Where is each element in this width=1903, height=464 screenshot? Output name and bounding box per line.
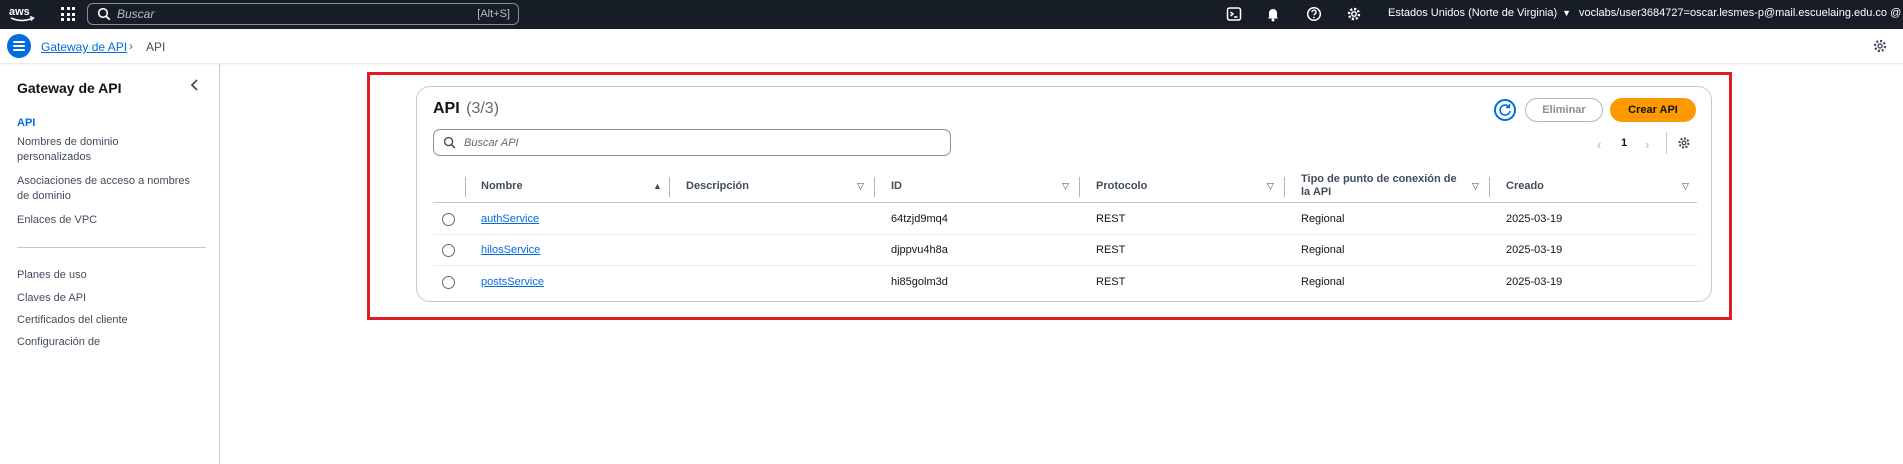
- api-endpoint-type: Regional: [1301, 213, 1345, 225]
- api-id: djppvu4h8a: [891, 244, 948, 256]
- svg-text:aws: aws: [9, 6, 30, 18]
- sort-ascending-icon: ▲: [653, 181, 662, 191]
- sort-icon: ▽: [857, 181, 864, 191]
- column-header-id-label: ID: [891, 179, 902, 192]
- caret-down-icon: ▼: [1562, 8, 1572, 18]
- api-protocol: REST: [1096, 244, 1126, 256]
- table-row[interactable]: hilosService djppvu4h8a REST Regional 20…: [433, 235, 1697, 266]
- search-shortcut-hint: [Alt+S]: [477, 8, 510, 20]
- sidebar-item-api-keys[interactable]: Claves de API: [17, 291, 197, 306]
- refresh-button[interactable]: [1494, 99, 1516, 121]
- aws-logo-icon[interactable]: aws: [8, 3, 36, 25]
- panel-title: API (3/3): [433, 100, 499, 118]
- api-created-date: 2025-03-19: [1506, 213, 1563, 225]
- api-id: 64tzjd9mq4: [891, 213, 948, 225]
- api-created-date: 2025-03-19: [1506, 276, 1563, 288]
- pagination-next-icon[interactable]: ›: [1645, 137, 1649, 152]
- column-header-name[interactable]: Nombre ▲: [481, 169, 669, 203]
- column-header-endpoint-type-label: Tipo de punto de conexión de la API: [1301, 173, 1457, 198]
- side-menu-toggle-button[interactable]: [7, 34, 31, 58]
- panel-title-text: API: [433, 100, 460, 117]
- column-header-id[interactable]: ID ▽: [891, 169, 1079, 203]
- region-selector[interactable]: Estados Unidos (Norte de Virginia) ▼: [1388, 7, 1571, 19]
- top-navigation-bar: aws [Alt+S] Estados Unidos (Norte de Vir…: [0, 0, 1903, 29]
- sidebar-item-domain-access[interactable]: Asociaciones de acceso a nombres de domi…: [17, 174, 197, 204]
- search-icon: [443, 136, 456, 149]
- api-endpoint-type: Regional: [1301, 276, 1345, 288]
- delete-button[interactable]: Eliminar: [1525, 98, 1603, 122]
- table-row[interactable]: postsService hi85golm3d REST Regional 20…: [433, 267, 1697, 298]
- create-api-button[interactable]: Crear API: [1610, 98, 1696, 122]
- api-id: hi85golm3d: [891, 276, 948, 288]
- column-separator: [669, 177, 670, 197]
- sort-icon: ▽: [1267, 181, 1274, 191]
- column-header-created-label: Creado: [1506, 179, 1544, 192]
- sidebar-item-settings[interactable]: Configuración de: [17, 335, 197, 350]
- sort-icon: ▽: [1472, 181, 1479, 191]
- sidebar-item-custom-domains[interactable]: Nombres de dominio personalizados: [17, 135, 142, 165]
- sort-icon: ▽: [1062, 181, 1069, 191]
- settings-gear-icon[interactable]: [1346, 6, 1362, 22]
- global-search-input[interactable]: [117, 7, 478, 21]
- panel-count: (3/3): [466, 100, 500, 117]
- chevron-right-icon: ›: [129, 39, 133, 53]
- column-separator: [1284, 177, 1285, 197]
- side-navigation: Gateway de API API Nombres de dominio pe…: [0, 64, 220, 464]
- column-header-created[interactable]: Creado ▽: [1506, 169, 1697, 203]
- services-grid-icon[interactable]: [61, 7, 75, 21]
- api-name-link[interactable]: hilosService: [481, 244, 540, 256]
- column-header-description-label: Descripción: [686, 179, 749, 192]
- cloudshell-icon[interactable]: [1226, 6, 1242, 22]
- row-select-radio[interactable]: [442, 244, 455, 257]
- sidebar-item-client-certificates[interactable]: Certificados del cliente: [17, 313, 197, 328]
- column-header-endpoint-type[interactable]: Tipo de punto de conexión de la API ▽: [1301, 169, 1489, 203]
- api-created-date: 2025-03-19: [1506, 244, 1563, 256]
- sidebar-item-vpc-links[interactable]: Enlaces de VPC: [17, 213, 197, 228]
- account-menu[interactable]: voclabs/user3684727=oscar.lesmes-p@mail.…: [1579, 7, 1903, 19]
- pagination-previous-icon[interactable]: ‹: [1597, 137, 1601, 152]
- row-select-radio[interactable]: [442, 276, 455, 289]
- column-header-name-label: Nombre: [481, 179, 523, 192]
- table-preferences-gear-icon[interactable]: [1677, 136, 1691, 150]
- api-endpoint-type: Regional: [1301, 244, 1345, 256]
- column-separator: [1489, 177, 1490, 197]
- region-label: Estados Unidos (Norte de Virginia): [1388, 7, 1558, 19]
- table-row[interactable]: authService 64tzjd9mq4 REST Regional 202…: [433, 204, 1697, 235]
- column-header-protocol-label: Protocolo: [1096, 179, 1148, 192]
- global-search-field[interactable]: [Alt+S]: [87, 3, 519, 25]
- column-header-protocol[interactable]: Protocolo ▽: [1096, 169, 1284, 203]
- notifications-bell-icon[interactable]: [1265, 6, 1281, 22]
- search-icon: [97, 7, 111, 21]
- column-header-description[interactable]: Descripción ▽: [686, 169, 874, 203]
- table-header: Nombre ▲ Descripción ▽ ID ▽ Protocolo ▽ …: [433, 169, 1697, 203]
- refresh-icon: [1499, 103, 1511, 116]
- account-label: voclabs/user3684727=oscar.lesmes-p@mail.…: [1579, 7, 1903, 19]
- help-icon[interactable]: [1306, 6, 1322, 22]
- api-protocol: REST: [1096, 276, 1126, 288]
- breadcrumb-bar: Gateway de API › API: [0, 29, 1903, 64]
- sidebar-item-api[interactable]: API: [17, 116, 197, 131]
- api-search-field[interactable]: [433, 129, 951, 156]
- column-separator: [874, 177, 875, 197]
- help-panel-icon[interactable]: [1872, 38, 1888, 54]
- api-protocol: REST: [1096, 213, 1126, 225]
- breadcrumb-gateway-link[interactable]: Gateway de API: [41, 40, 127, 54]
- sidebar-divider: [17, 247, 206, 248]
- api-name-link[interactable]: authService: [481, 213, 539, 225]
- api-table-container: API (3/3) Eliminar Crear API ‹ 1 › Nombr…: [416, 86, 1712, 302]
- pagination-page-number[interactable]: 1: [1621, 137, 1627, 149]
- side-navigation-title: Gateway de API: [17, 80, 122, 96]
- pagination-divider: [1666, 132, 1667, 154]
- row-select-radio[interactable]: [442, 213, 455, 226]
- api-name-link[interactable]: postsService: [481, 276, 544, 288]
- column-separator: [465, 177, 466, 197]
- sidebar-item-usage-plans[interactable]: Planes de uso: [17, 268, 197, 283]
- api-search-input[interactable]: [464, 136, 950, 149]
- sort-icon: ▽: [1682, 181, 1689, 191]
- column-separator: [1079, 177, 1080, 197]
- breadcrumb-current: API: [146, 40, 166, 54]
- chevron-left-icon[interactable]: [188, 78, 202, 92]
